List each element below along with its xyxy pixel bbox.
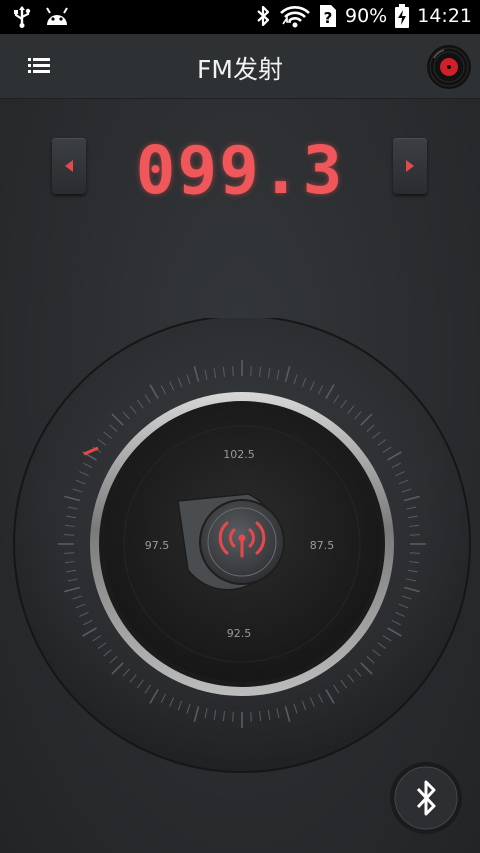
usb-icon	[14, 6, 31, 28]
vinyl-record-icon[interactable]	[426, 44, 472, 90]
clock: 14:21	[417, 5, 472, 27]
battery-percent: 90%	[345, 5, 388, 27]
page-title: FM发射	[197, 55, 283, 84]
tuning-dial[interactable]: 102.5 87.5 92.5 97.5	[12, 318, 472, 778]
prev-frequency-button[interactable]	[52, 138, 86, 194]
arrow-left-icon	[65, 160, 73, 172]
frequency-display: 099.3	[135, 132, 345, 209]
app-bar: FM发射	[0, 34, 480, 99]
dial-label-left: 97.5	[145, 539, 170, 552]
status-bar: ? 90% 14:21	[0, 0, 480, 34]
sim-unknown-icon: ?	[320, 5, 336, 27]
bluetooth-button[interactable]	[388, 760, 464, 836]
dial-label-right: 87.5	[310, 539, 335, 552]
dial-label-bottom: 92.5	[227, 627, 252, 640]
next-frequency-button[interactable]	[393, 138, 427, 194]
battery-charging-icon	[395, 4, 410, 28]
arrow-right-icon	[406, 160, 414, 172]
android-icon	[46, 7, 68, 25]
svg-text:?: ?	[324, 9, 333, 27]
bluetooth-icon	[257, 5, 270, 27]
dial-label-top: 102.5	[223, 448, 255, 461]
wifi-icon	[280, 6, 310, 28]
